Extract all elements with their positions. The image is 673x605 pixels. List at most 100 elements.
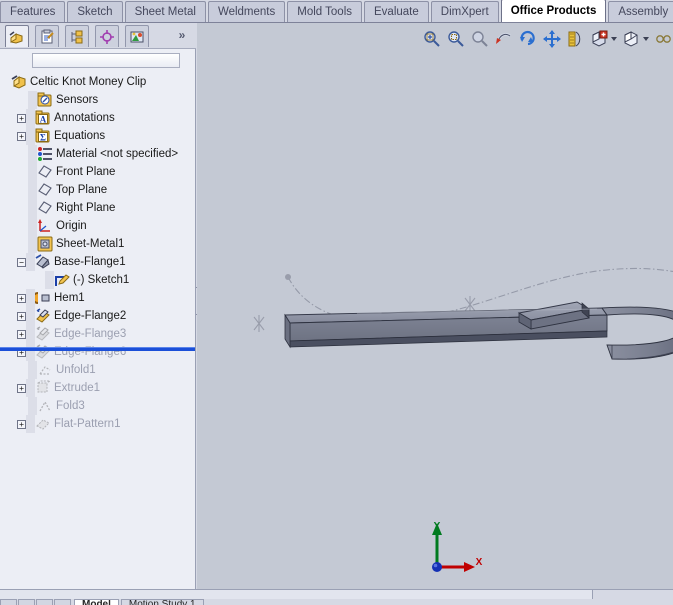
sensors-icon	[37, 92, 52, 107]
command-manager-tabstrip: Features Sketch Sheet Metal Weldments Mold T…	[0, 0, 673, 23]
tree-expand-icon[interactable]: +	[17, 293, 26, 303]
tree-item-icon-wrap: Σ	[35, 128, 51, 144]
coordinate-triad: Y X	[432, 521, 483, 572]
part-icon	[11, 75, 26, 89]
tree-connector	[26, 109, 35, 127]
dimxpert-manager-tab[interactable]	[95, 25, 119, 47]
tree-expand-icon[interactable]: +	[17, 311, 26, 321]
tree-item-label: Annotations	[54, 112, 115, 124]
tree-item-icon-wrap	[37, 182, 53, 198]
tree-item-icon-wrap	[54, 272, 70, 288]
tree-item-icon-wrap	[37, 146, 53, 162]
tree-item[interactable]: Origin	[0, 217, 195, 235]
tree-connector	[26, 289, 35, 307]
command-tab-evaluate[interactable]: Evaluate	[364, 1, 429, 22]
tree-item[interactable]: (-) Sketch1	[0, 271, 195, 289]
last-sheet-button[interactable]	[54, 599, 71, 605]
tree-item-label: Hem1	[54, 292, 85, 304]
command-tab-weldments[interactable]: Weldments	[207, 1, 286, 22]
tree-item-label: Sensors	[56, 94, 99, 106]
tree-item-icon-wrap	[37, 92, 53, 108]
tree-item-label: Fold3	[56, 400, 85, 412]
tree-item-label: Extrude1	[54, 382, 101, 394]
tree-expand-icon[interactable]: +	[17, 113, 26, 123]
command-tab-features[interactable]: Features	[0, 1, 66, 22]
tree-root-item[interactable]: Celtic Knot Money Clip	[0, 73, 195, 91]
command-tab-office-products[interactable]: Office Products	[500, 0, 607, 22]
tree-expand-icon[interactable]: +	[17, 419, 26, 429]
tree-expand-icon[interactable]: +	[17, 329, 26, 339]
sketch-icon	[55, 274, 70, 286]
tree-item[interactable]: Material <not specified>	[0, 145, 195, 163]
document-tab-model[interactable]: Model	[74, 599, 119, 605]
tree-item-icon-wrap	[35, 380, 52, 396]
part-tree-icon	[9, 30, 23, 44]
tree-item-icon-wrap	[11, 74, 27, 90]
tree-item[interactable]: + Flat-Pattern1	[0, 415, 195, 433]
tree-item-label: (-) Sketch1	[73, 274, 130, 286]
tree-item[interactable]: Sheet-Metal1	[0, 235, 195, 253]
tree-item[interactable]: Fold3	[0, 397, 195, 415]
annotations-icon: A	[35, 110, 50, 125]
tree-item[interactable]: Front Plane	[0, 163, 195, 181]
feature-tree[interactable]: Celtic Knot Money Clip Sensors + A Annotatio…	[0, 73, 195, 588]
tree-item-label: Sheet-Metal1	[56, 238, 125, 250]
tree-item-label: Edge-Flange3	[54, 328, 127, 340]
tree-item-label: Flat-Pattern1	[54, 418, 121, 430]
tree-item[interactable]: Top Plane	[0, 181, 195, 199]
fold-icon	[39, 400, 51, 412]
solidworks-window: Features Sketch Sheet Metal Weldments Mold T…	[0, 0, 673, 605]
tree-item[interactable]: Sensors	[0, 91, 195, 109]
display-manager-tab[interactable]	[125, 25, 149, 47]
rollback-bar[interactable]	[0, 347, 195, 351]
document-tab-row: Model Motion Study 1	[0, 599, 673, 605]
command-tab-sketch[interactable]: Sketch	[67, 1, 123, 22]
tree-item[interactable]: + Edge-Flange6	[0, 343, 195, 361]
command-tab-mold-tools[interactable]: Mold Tools	[287, 1, 363, 22]
tree-collapse-icon[interactable]: −	[17, 257, 26, 267]
graphics-area[interactable]: Y X	[197, 23, 673, 589]
tree-connector	[26, 253, 35, 271]
first-sheet-button[interactable]	[0, 599, 17, 605]
command-tab-dimxpert[interactable]: DimXpert	[430, 1, 499, 22]
prev-sheet-button[interactable]	[18, 599, 35, 605]
feature-manager-tab[interactable]	[5, 25, 29, 47]
bottom-bar: Model Motion Study 1	[0, 589, 673, 605]
tree-item-label: Material <not specified>	[56, 148, 179, 160]
next-sheet-button[interactable]	[36, 599, 53, 605]
document-tab-motion-study-1[interactable]: Motion Study 1	[120, 599, 204, 605]
expand-panel-icon[interactable]: »	[174, 28, 190, 44]
plane-icon	[38, 165, 52, 178]
tree-item[interactable]: Right Plane	[0, 199, 195, 217]
tree-connector	[28, 163, 37, 181]
triad-x-label: X	[476, 557, 483, 568]
edge-flange-icon	[36, 326, 50, 341]
tree-item-icon-wrap	[37, 236, 53, 252]
triad-y-label: Y	[434, 521, 441, 532]
tree-item[interactable]: + Extrude1	[0, 379, 195, 397]
property-manager-tab[interactable]	[35, 25, 59, 47]
tree-item-icon-wrap	[37, 164, 53, 180]
tree-item[interactable]: + Edge-Flange3	[0, 325, 195, 343]
command-tab-sheet-metal[interactable]: Sheet Metal	[124, 1, 206, 22]
tree-connector	[28, 199, 37, 217]
tree-filter-input[interactable]	[32, 53, 180, 68]
tree-item-icon-wrap: A	[35, 110, 51, 126]
tree-item-label: Top Plane	[56, 184, 108, 196]
tree-item[interactable]: Unfold1	[0, 361, 195, 379]
tree-item-label: Celtic Knot Money Clip	[30, 76, 147, 88]
tree-item[interactable]: + A Annotations	[0, 109, 195, 127]
tree-item-label: Unfold1	[56, 364, 96, 376]
configuration-manager-tab[interactable]	[65, 25, 89, 47]
clipboard-icon	[41, 29, 54, 43]
tree-connector	[28, 217, 37, 235]
command-tab-assembly[interactable]: Assembly	[608, 1, 673, 22]
tree-expand-icon[interactable]: +	[17, 131, 26, 141]
tree-item[interactable]: − Base-Flange1	[0, 253, 195, 271]
tree-item[interactable]: + Edge-Flange2	[0, 307, 195, 325]
tree-connector	[26, 415, 35, 433]
tree-item[interactable]: + Σ Equations	[0, 127, 195, 145]
tree-item[interactable]: + Hem1	[0, 289, 195, 307]
tree-expand-icon[interactable]: +	[17, 383, 26, 393]
status-bar	[0, 590, 593, 599]
